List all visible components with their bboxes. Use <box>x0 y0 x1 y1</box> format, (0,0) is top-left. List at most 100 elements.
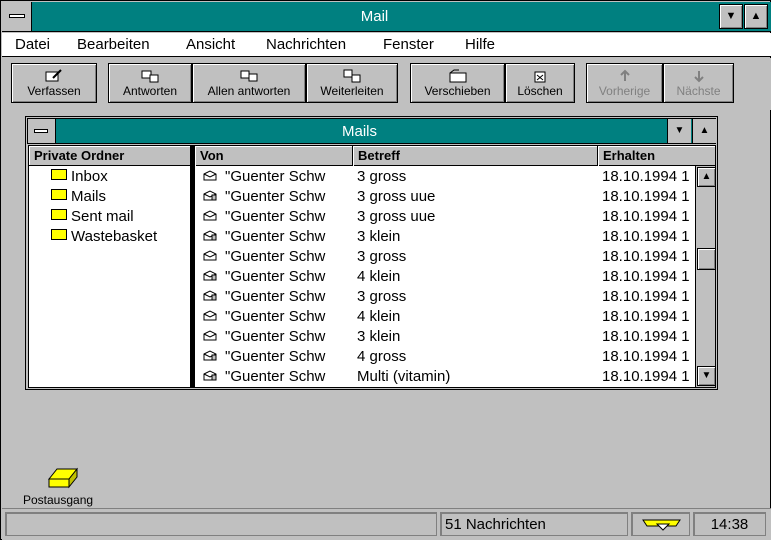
table-row[interactable]: "Guenter Schw 3 klein 18.10.1994 1 <box>195 327 695 347</box>
table-row[interactable]: "Guenter Schw 4 gross 18.10.1994 1 <box>195 347 695 367</box>
menu-datei[interactable]: Datei <box>15 36 50 53</box>
scroll-down-button[interactable]: ▼ <box>697 366 715 386</box>
folder-wastebasket[interactable]: Wastebasket <box>51 228 157 248</box>
compose-button[interactable]: Verfassen <box>11 63 97 103</box>
cell-from: "Guenter Schw <box>225 228 326 245</box>
next-label: Nächste <box>676 84 721 98</box>
table-row[interactable]: "Guenter Schw 4 klein 18.10.1994 1 <box>195 267 695 287</box>
cell-subject: 3 gross <box>357 248 407 265</box>
minimize-button[interactable]: ▼ <box>719 4 743 29</box>
message-list-header: Von Betreff Erhalten <box>195 146 715 166</box>
cell-from: "Guenter Schw <box>225 268 326 285</box>
toolbar: Verfassen Antworten Allen antworten Weit… <box>2 58 771 110</box>
column-received[interactable]: Erhalten <box>598 146 715 166</box>
folder-icon <box>51 229 67 240</box>
folder-label: Sent mail <box>71 208 134 225</box>
table-row[interactable]: "Guenter Schw 3 gross 18.10.1994 1 <box>195 287 695 307</box>
mail-closed-icon <box>203 310 217 321</box>
table-row[interactable]: "Guenter Schw 3 gross 18.10.1994 1 <box>195 167 695 187</box>
folder-sent-mail[interactable]: Sent mail <box>51 208 134 228</box>
table-row[interactable]: "Guenter Schw 3 klein 18.10.1994 1 <box>195 227 695 247</box>
cell-subject: 3 klein <box>357 328 401 345</box>
outbox-label: Postausgang <box>23 493 94 507</box>
cell-received: 18.10.1994 1 <box>602 168 690 185</box>
reply-all-label: Allen antworten <box>207 84 291 98</box>
scroll-up-button[interactable]: ▲ <box>697 167 715 187</box>
vertical-scrollbar[interactable]: ▲ ▼ <box>695 166 715 387</box>
folder-label: Mails <box>71 188 107 205</box>
new-mail-indicator[interactable] <box>631 512 690 536</box>
column-from[interactable]: Von <box>195 146 353 166</box>
outbox-icon[interactable] <box>47 467 79 491</box>
menu-hilfe[interactable]: Hilfe <box>465 36 495 53</box>
child-system-menu-button[interactable] <box>28 119 56 143</box>
forward-button[interactable]: Weiterleiten <box>306 63 398 103</box>
scroll-thumb[interactable] <box>697 248 715 270</box>
menu-ansicht[interactable]: Ansicht <box>186 36 235 53</box>
mail-attachment-icon <box>203 290 217 301</box>
reply-label: Antworten <box>122 84 178 98</box>
cell-from: "Guenter Schw <box>225 348 326 365</box>
cell-received: 18.10.1994 1 <box>602 248 690 265</box>
arrow-down-icon: ▼ <box>701 370 712 381</box>
cell-subject: 3 gross uue <box>357 188 436 205</box>
cell-subject: 3 gross <box>357 168 407 185</box>
mail-closed-icon <box>203 330 217 341</box>
delete-icon <box>534 71 546 83</box>
column-subject[interactable]: Betreff <box>353 146 598 166</box>
folder-inbox[interactable]: Inbox <box>51 168 108 188</box>
arrow-down-icon: ▼ <box>674 125 685 136</box>
reply-all-button[interactable]: Allen antworten <box>192 63 306 103</box>
cell-subject: 4 gross <box>357 348 407 365</box>
system-menu-icon <box>34 129 48 133</box>
next-button[interactable]: Nächste <box>663 63 734 103</box>
mails-window-title: Mails <box>341 123 377 140</box>
status-message <box>5 512 437 536</box>
status-bar: 51 Nachrichten 14:38 <box>2 508 771 540</box>
cell-received: 18.10.1994 1 <box>602 288 690 305</box>
cell-from: "Guenter Schw <box>225 368 326 385</box>
cell-subject: 3 gross <box>357 288 407 305</box>
menu-bearbeiten[interactable]: Bearbeiten <box>77 36 150 53</box>
table-row[interactable]: "Guenter Schw 4 klein 18.10.1994 1 <box>195 307 695 327</box>
delete-button[interactable]: Löschen <box>505 63 575 103</box>
mail-attachment-icon <box>203 190 217 201</box>
move-button[interactable]: Verschieben <box>410 63 505 103</box>
table-row[interactable]: "Guenter Schw 3 gross uue 18.10.1994 1 <box>195 207 695 227</box>
table-row[interactable]: "Guenter Schw 3 gross uue 18.10.1994 1 <box>195 187 695 207</box>
clock: 14:38 <box>693 512 766 536</box>
table-row[interactable]: "Guenter Schw Multi (vitamin) 18.10.1994 1 <box>195 367 695 387</box>
cell-subject: 4 klein <box>357 268 401 285</box>
menu-nachrichten[interactable]: Nachrichten <box>266 36 346 53</box>
main-window: Mail ▼ ▲ Datei Bearbeiten Ansicht Nachri… <box>0 0 771 540</box>
move-label: Verschieben <box>424 84 491 98</box>
cell-subject: 3 gross uue <box>357 208 436 225</box>
cell-received: 18.10.1994 1 <box>602 348 690 365</box>
table-row[interactable]: "Guenter Schw 3 gross 18.10.1994 1 <box>195 247 695 267</box>
compose-label: Verfassen <box>27 84 81 98</box>
cell-received: 18.10.1994 1 <box>602 368 690 385</box>
mail-closed-icon <box>203 170 217 181</box>
cell-from: "Guenter Schw <box>225 328 326 345</box>
system-menu-button[interactable] <box>2 2 32 31</box>
maximize-button[interactable]: ▲ <box>744 4 768 29</box>
mail-attachment-icon <box>203 230 217 241</box>
arrow-up-icon: ▲ <box>699 125 710 136</box>
forward-label: Weiterleiten <box>320 84 384 98</box>
child-maximize-button[interactable]: ▲ <box>692 119 716 143</box>
mail-closed-icon <box>203 250 217 261</box>
system-menu-icon <box>9 14 25 18</box>
reply-button[interactable]: Antworten <box>108 63 192 103</box>
cell-from: "Guenter Schw <box>225 168 326 185</box>
move-folder-icon <box>449 69 466 83</box>
message-count: 51 Nachrichten <box>440 512 628 536</box>
cell-received: 18.10.1994 1 <box>602 268 690 285</box>
cell-from: "Guenter Schw <box>225 248 326 265</box>
inbox-tray-icon <box>642 519 681 531</box>
previous-button[interactable]: Vorherige <box>586 63 663 103</box>
folder-mails[interactable]: Mails <box>51 188 106 208</box>
open-folder-icon <box>51 189 67 200</box>
child-minimize-button[interactable]: ▼ <box>667 119 691 143</box>
arrow-up-icon: ▲ <box>750 10 762 22</box>
menu-fenster[interactable]: Fenster <box>383 36 434 53</box>
